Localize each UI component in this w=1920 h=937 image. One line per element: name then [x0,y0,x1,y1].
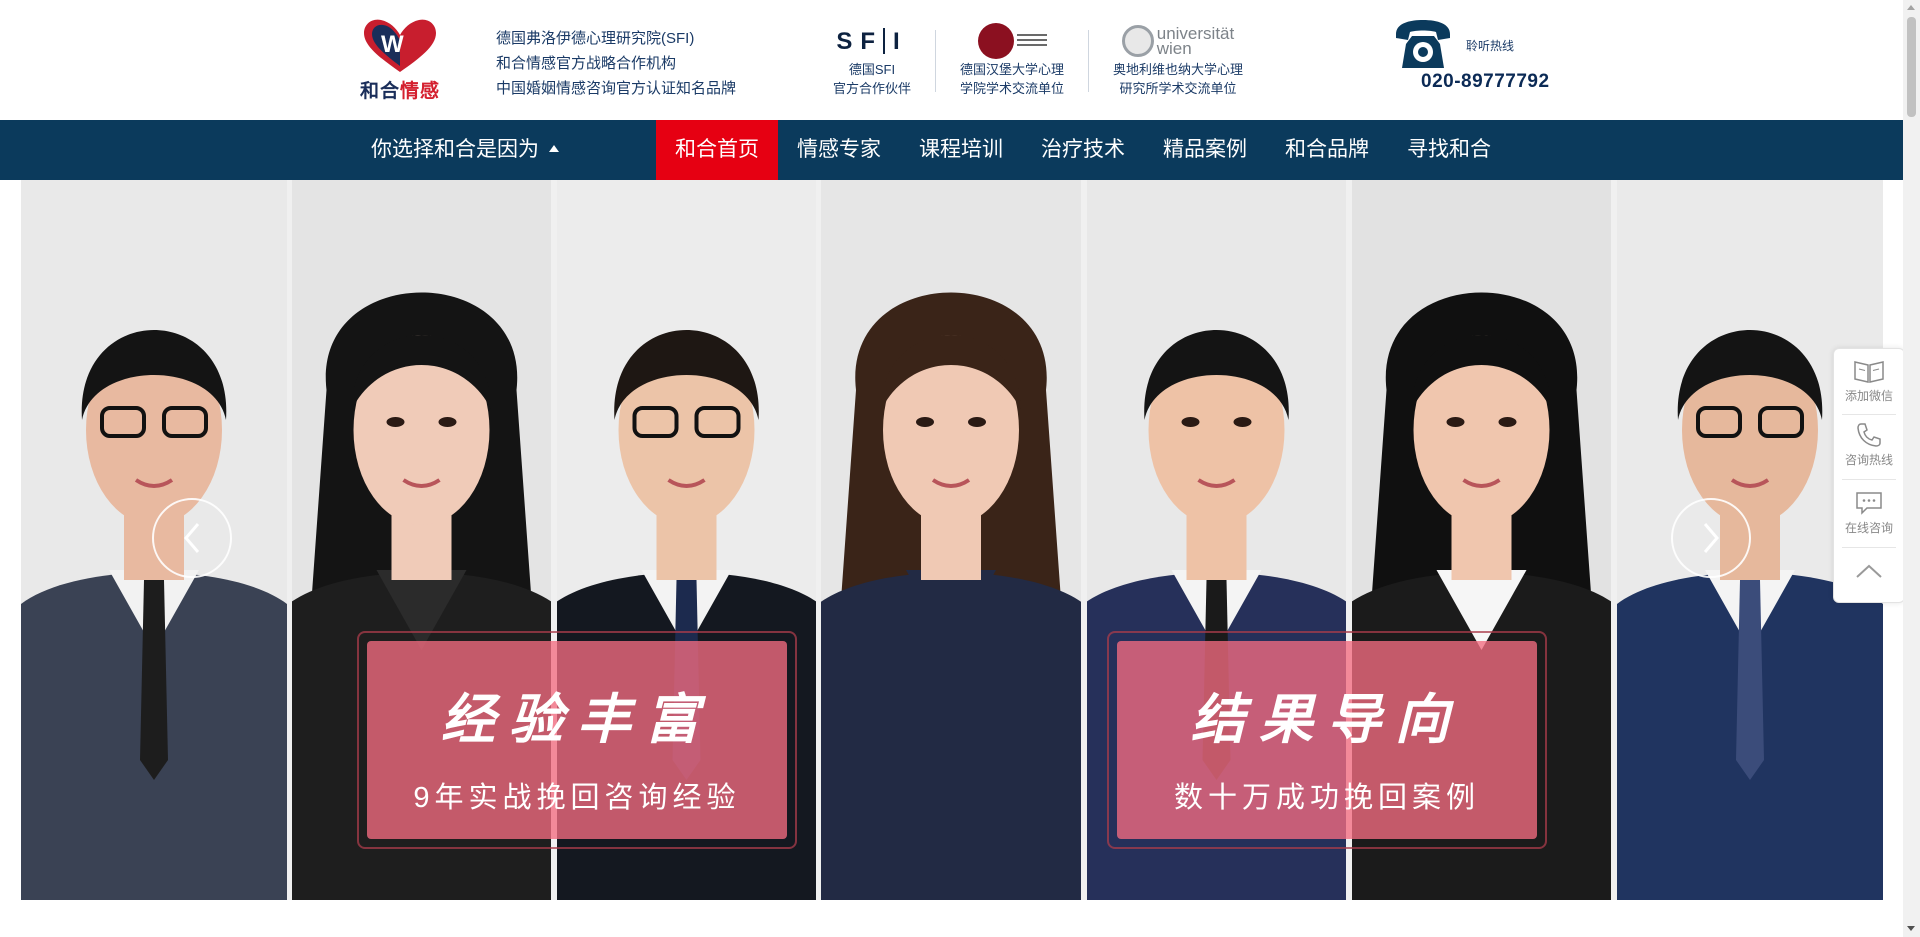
partner-line: 奥地利维也纳大学心理 [1112,62,1243,77]
main-nav: 你选择和合是因为 和合首页 情感专家 课程培训 治疗技术 精品案例 和合品牌 寻… [0,120,1903,180]
feature-box-experience: 经验丰富 9年实战挽回咨询经验 [357,631,797,849]
logo-text: 和合情感 [359,80,441,102]
phone-icon [1857,423,1881,447]
hotline-label: 聆听热线 [1466,39,1515,53]
why-choose-dropdown[interactable]: 你选择和合是因为 [371,120,559,180]
divider [935,30,936,92]
sidebar-online-chat[interactable]: 在线咨询 [1834,489,1904,536]
partner-wien[interactable]: universität wien 奥地利维也纳大学心理 研究所学术交流单位 [1106,22,1250,98]
carousel-next-button[interactable] [1671,498,1751,578]
nav-menu: 和合首页 情感专家 课程培训 治疗技术 精品案例 和合品牌 寻找和合 [656,120,1510,180]
feature-title: 结果导向 [1191,687,1463,751]
partner-hamburg[interactable]: 德国汉堡大学心理 学院学术交流单位 [952,22,1072,98]
nav-item-courses[interactable]: 课程培训 [900,120,1022,180]
nav-item-cases[interactable]: 精品案例 [1144,120,1266,180]
scroll-up-arrow-icon[interactable] [1907,5,1915,10]
svg-text:W: W [381,31,404,58]
hotline-number[interactable]: 020-89777792 [1421,71,1550,93]
partner-sfi[interactable]: SFI 德国SFI 官方合作伙伴 [826,22,918,98]
back-to-top-button[interactable] [1834,559,1904,585]
feature-title: 经验丰富 [441,687,713,751]
portrait-eye-right [968,417,986,427]
sidebar-label: 咨询热线 [1844,453,1893,467]
sidebar-label: 添加微信 [1844,389,1893,403]
scroll-down-arrow-icon[interactable] [1907,926,1915,931]
floating-contact-bar: 添加微信 咨询热线 在线咨询 [1833,348,1905,603]
hamburg-seal-logo [952,22,1072,60]
book-icon [1854,361,1884,383]
portrait-eye-right [438,417,457,427]
portrait-eye-left [916,417,934,427]
sidebar-hotline[interactable]: 咨询热线 [1834,421,1904,468]
expert-portrait [821,180,1081,900]
partner-line: 德国SFI [848,62,896,77]
portrait-tie [140,580,168,780]
page-scrollbar[interactable] [1903,0,1920,937]
hero-banner: 经验丰富 9年实战挽回咨询经验 结果导向 数十万成功挽回案例 [21,180,1883,900]
org-line: 德国弗洛伊德心理研究院(SFI) [496,30,695,47]
org-line: 和合情感官方战略合作机构 [496,55,677,72]
back-to-top-icon [1856,564,1882,578]
carousel-prev-button[interactable] [152,498,232,578]
portrait-eye-right [1233,417,1252,427]
feature-subtitle: 数十万成功挽回案例 [1173,782,1480,814]
chevron-left-icon [184,523,200,553]
brand-logo[interactable]: W 和合情感 [350,16,450,104]
site-header: W 和合情感 德国弗洛伊德心理研究院(SFI) 和合情感官方战略合作机构 中国婚… [0,0,1903,120]
telephone-icon [1396,20,1450,68]
org-description: 德国弗洛伊德心理研究院(SFI) 和合情感官方战略合作机构 中国婚姻情感咨询官方… [496,26,736,101]
portrait-eye-right [1498,417,1517,427]
portrait-tie [1736,580,1764,780]
chat-icon [1856,492,1882,515]
nav-item-home[interactable]: 和合首页 [656,120,778,180]
heart-logo-icon: W [364,19,436,72]
partner-line: 研究所学术交流单位 [1119,81,1237,96]
chevron-right-icon [1703,523,1719,553]
nav-item-brand[interactable]: 和合品牌 [1266,120,1388,180]
partner-line: 德国汉堡大学心理 [959,62,1064,77]
portrait-eye-left [1181,417,1200,427]
portrait-eye-left [1446,417,1465,427]
nav-item-experts[interactable]: 情感专家 [778,120,900,180]
sidebar-add-wechat[interactable]: 添加微信 [1834,357,1904,404]
nav-item-contact[interactable]: 寻找和合 [1388,120,1510,180]
seal-icon [977,23,1014,59]
caret-up-icon [549,144,559,152]
divider [1088,30,1089,92]
sidebar-label: 在线咨询 [1844,521,1893,535]
nav-item-therapy[interactable]: 治疗技术 [1022,120,1144,180]
sfi-logo: SFI [836,27,908,55]
partner-line: 学院学术交流单位 [959,81,1064,96]
wien-seal-icon [1121,25,1154,57]
wien-logo: universität wien [1106,22,1250,60]
portrait-eye-left [386,417,405,427]
feature-box-results: 结果导向 数十万成功挽回案例 [1107,631,1547,849]
portrait-photo [821,180,1081,900]
org-line: 中国婚姻情感咨询官方认证知名品牌 [496,80,737,97]
partner-line: 官方合作伙伴 [832,81,911,96]
scroll-thumb[interactable] [1907,17,1916,117]
feature-subtitle: 9年实战挽回咨询经验 [413,782,741,814]
